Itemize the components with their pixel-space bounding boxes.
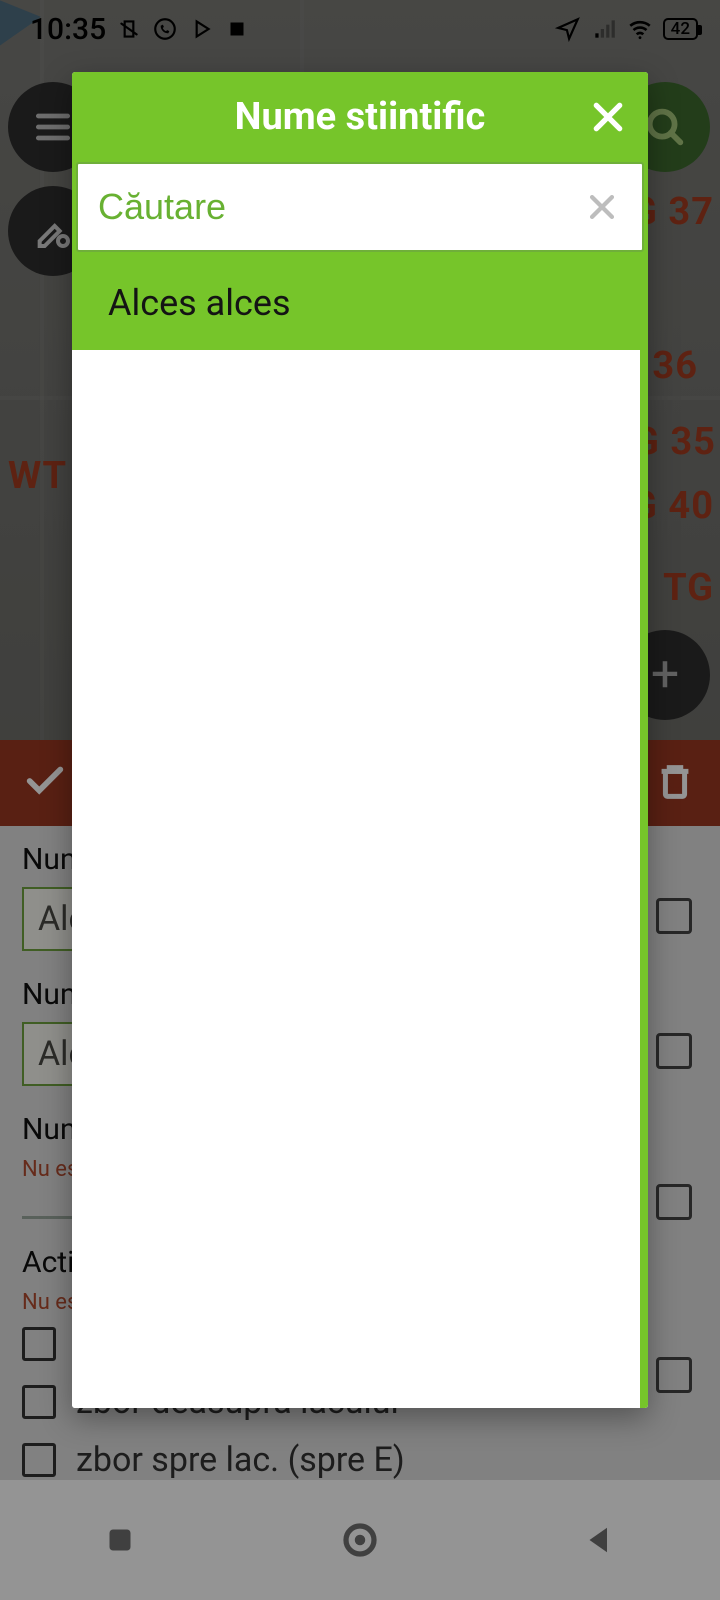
search-input[interactable]	[98, 186, 570, 228]
modal-close-button[interactable]	[586, 95, 630, 139]
modal-header: Nume stiintific	[72, 72, 648, 162]
clear-search-button[interactable]	[582, 187, 622, 227]
scientific-name-modal: Nume stiintific Alces alces	[72, 72, 648, 1408]
results-list[interactable]	[72, 350, 648, 1408]
selected-item[interactable]: Alces alces	[72, 256, 648, 350]
modal-search-field[interactable]	[76, 162, 644, 252]
modal-title: Nume stiintific	[235, 95, 486, 139]
